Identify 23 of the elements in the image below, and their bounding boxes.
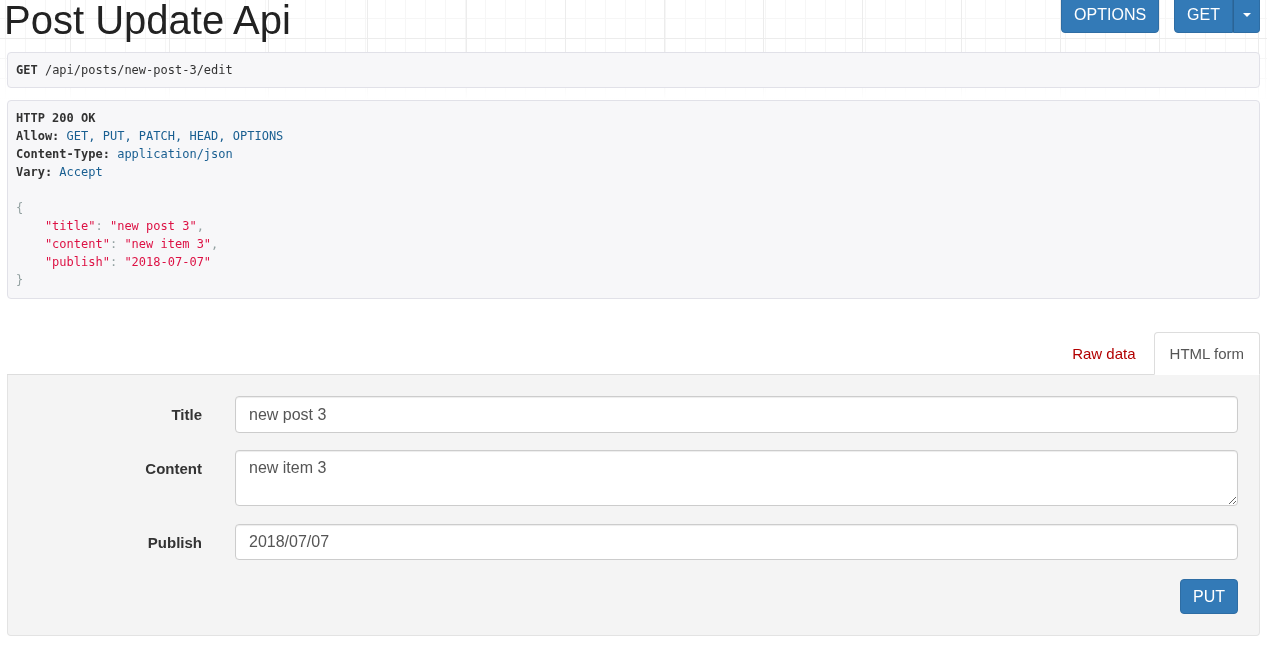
caret-icon bbox=[1242, 12, 1251, 17]
json-member: "content": "new item 3", bbox=[43, 236, 220, 253]
text-input[interactable]: new post 3 bbox=[235, 396, 1238, 433]
response-header: Content-Type: application/json bbox=[16, 146, 234, 163]
tab[interactable]: HTML form bbox=[1153, 332, 1260, 375]
response-header: Allow: GET, PUT, PATCH, HEAD, OPTIONS bbox=[16, 128, 285, 145]
put-button[interactable]: PUT bbox=[1180, 579, 1238, 614]
page-title: Post Update Api bbox=[4, 0, 291, 42]
json-brace: } bbox=[16, 272, 25, 289]
status-line: HTTP 200 OK bbox=[16, 110, 97, 127]
date-input[interactable]: 2018/07/07 bbox=[235, 524, 1238, 560]
field-label: Publish bbox=[146, 533, 202, 553]
options-button[interactable]: OPTIONS bbox=[1061, 0, 1160, 33]
textarea-field[interactable]: new item 3 bbox=[235, 450, 1238, 506]
field-label: Content bbox=[144, 459, 202, 479]
response-header: Vary: Accept bbox=[16, 164, 104, 181]
get-button[interactable]: GET bbox=[1174, 0, 1233, 33]
field-label: Title bbox=[170, 405, 202, 425]
json-member: "title": "new post 3", bbox=[43, 218, 205, 235]
json-brace: { bbox=[16, 200, 25, 217]
tab[interactable]: Raw data bbox=[1056, 332, 1152, 375]
dropdown-toggle[interactable] bbox=[1233, 0, 1260, 33]
json-member: "publish": "2018-07-07" bbox=[43, 254, 213, 271]
